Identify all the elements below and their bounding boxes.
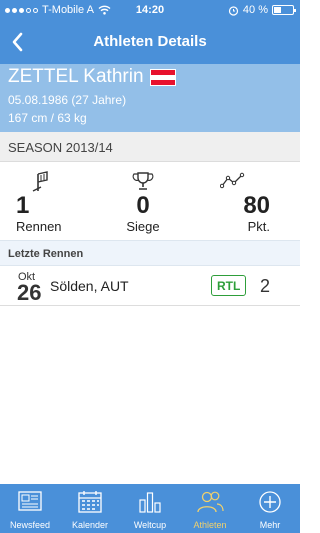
race-row[interactable]: Okt 26 Sölden, AUT RTL 2: [0, 266, 300, 306]
race-discipline-badge: RTL: [211, 275, 247, 296]
stat-points-label: Pkt.: [247, 219, 271, 234]
athlete-name: ZETTEL Kathrin: [8, 66, 144, 87]
tab-kalender-label: Kalender: [71, 520, 109, 530]
austria-flag-icon: [149, 68, 176, 86]
tab-kalender[interactable]: Kalender: [60, 484, 120, 533]
alarm-icon: [228, 5, 239, 16]
tab-newsfeed-label: Newsfeed: [9, 520, 51, 530]
stat-races-label: Rennen: [16, 219, 62, 234]
stat-races: 1 Rennen: [0, 162, 101, 240]
bar-chart-icon: [139, 492, 161, 513]
race-place: 2: [260, 276, 271, 296]
nav-bar: Athleten Details: [0, 20, 300, 64]
tab-newsfeed[interactable]: Newsfeed: [0, 484, 60, 533]
athlete-header: ZETTEL Kathrin 05.08.1986 (27 Jahre) 167…: [0, 64, 300, 132]
battery-area: 40 %: [228, 4, 296, 16]
newspaper-icon: [18, 491, 42, 511]
recent-races-header: Letzte Rennen: [0, 240, 300, 266]
tab-weltcup[interactable]: Weltcup: [120, 484, 180, 533]
tab-mehr[interactable]: Mehr: [240, 484, 300, 533]
flag-stripe-bottom: [150, 79, 175, 85]
stat-wins-label: Siege: [126, 219, 160, 234]
stat-wins-value: 0: [136, 192, 150, 219]
stat-points-value: 80: [243, 192, 271, 219]
tab-athleten[interactable]: Athleten: [180, 484, 240, 533]
calendar-icon: [78, 491, 102, 513]
trend-icon: [220, 172, 245, 189]
stat-races-value: 1: [16, 192, 30, 219]
season-header: SEASON 2013/14: [0, 132, 300, 162]
tab-bar: Newsfeed Kalender Weltcup Athleten Mehr: [0, 484, 300, 533]
tab-weltcup-label: Weltcup: [133, 520, 167, 530]
plus-circle-icon: [259, 491, 281, 513]
stat-wins: 0 Siege: [101, 162, 186, 240]
tab-mehr-label: Mehr: [259, 520, 281, 530]
tab-athleten-label: Athleten: [193, 520, 227, 530]
race-location: Sölden, AUT: [50, 278, 129, 294]
athletes-icon: [197, 491, 224, 513]
page-title: Athleten Details: [93, 33, 207, 50]
gate-icon: [32, 171, 48, 192]
trophy-icon: [132, 172, 154, 190]
battery-percent: 40 %: [242, 4, 268, 16]
athlete-body: 167 cm / 63 kg: [8, 111, 87, 125]
season-stats: 1 Rennen 0 Siege 80 Pkt.: [0, 162, 300, 240]
battery-icon: [272, 5, 296, 15]
status-bar: T-Mobile A 14:20 40 %: [0, 0, 300, 20]
athlete-birthdate: 05.08.1986 (27 Jahre): [8, 93, 127, 107]
stat-points: 80 Pkt.: [185, 162, 300, 240]
race-day: 26: [17, 280, 42, 305]
